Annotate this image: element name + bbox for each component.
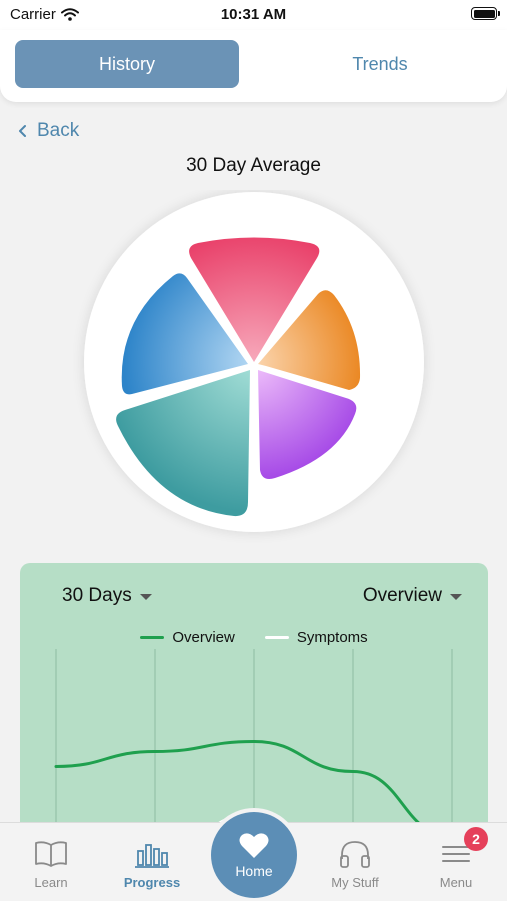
tab-label-menu: Menu — [439, 875, 473, 890]
tab-label-learn: Learn — [34, 875, 68, 890]
period-dropdown-label: 30 Days — [62, 585, 132, 606]
tab-my-stuff[interactable]: My Stuff — [315, 823, 395, 901]
status-time: 10:31 AM — [220, 6, 287, 23]
period-dropdown[interactable]: 30 Days — [62, 585, 152, 607]
tab-progress[interactable]: Progress — [112, 823, 192, 901]
back-button[interactable]: Back — [18, 120, 79, 142]
view-dropdown[interactable]: Overview — [363, 585, 462, 607]
legend-item-overview: Overview — [140, 629, 235, 646]
chart-legend: Overview Symptoms — [20, 629, 488, 646]
tab-label-my-stuff: My Stuff — [331, 875, 379, 890]
caret-down-icon — [139, 594, 152, 600]
tab-learn[interactable]: Learn — [11, 823, 91, 901]
legend-swatch-overview — [140, 636, 165, 639]
book-icon — [35, 841, 67, 867]
average-wheel — [0, 190, 507, 545]
home-label: Home — [235, 862, 273, 879]
tab-label-progress: Progress — [123, 875, 181, 890]
menu-notification-badge: 2 — [464, 827, 488, 851]
legend-swatch-symptoms — [264, 636, 289, 639]
status-bar: Carrier 10:31 AM — [0, 0, 507, 30]
heart-icon — [239, 832, 269, 858]
bar-chart-icon — [135, 844, 169, 868]
legend-label-overview: Overview — [172, 629, 235, 646]
back-label: Back — [37, 120, 80, 141]
segment-trends[interactable]: Trends — [268, 40, 492, 88]
battery-icon — [471, 7, 500, 20]
caret-down-icon — [450, 594, 462, 600]
chevron-left-icon — [19, 125, 26, 137]
legend-item-symptoms: Symptoms — [264, 629, 368, 646]
segment-history[interactable]: History — [15, 40, 239, 88]
page-title: 30 Day Average — [186, 155, 321, 176]
view-dropdown-label: Overview — [362, 585, 442, 606]
legend-label-symptoms: Symptoms — [296, 629, 368, 646]
segment-header: History Trends — [0, 30, 507, 102]
headphones-icon — [340, 841, 370, 868]
home-button[interactable]: Home — [211, 812, 297, 898]
